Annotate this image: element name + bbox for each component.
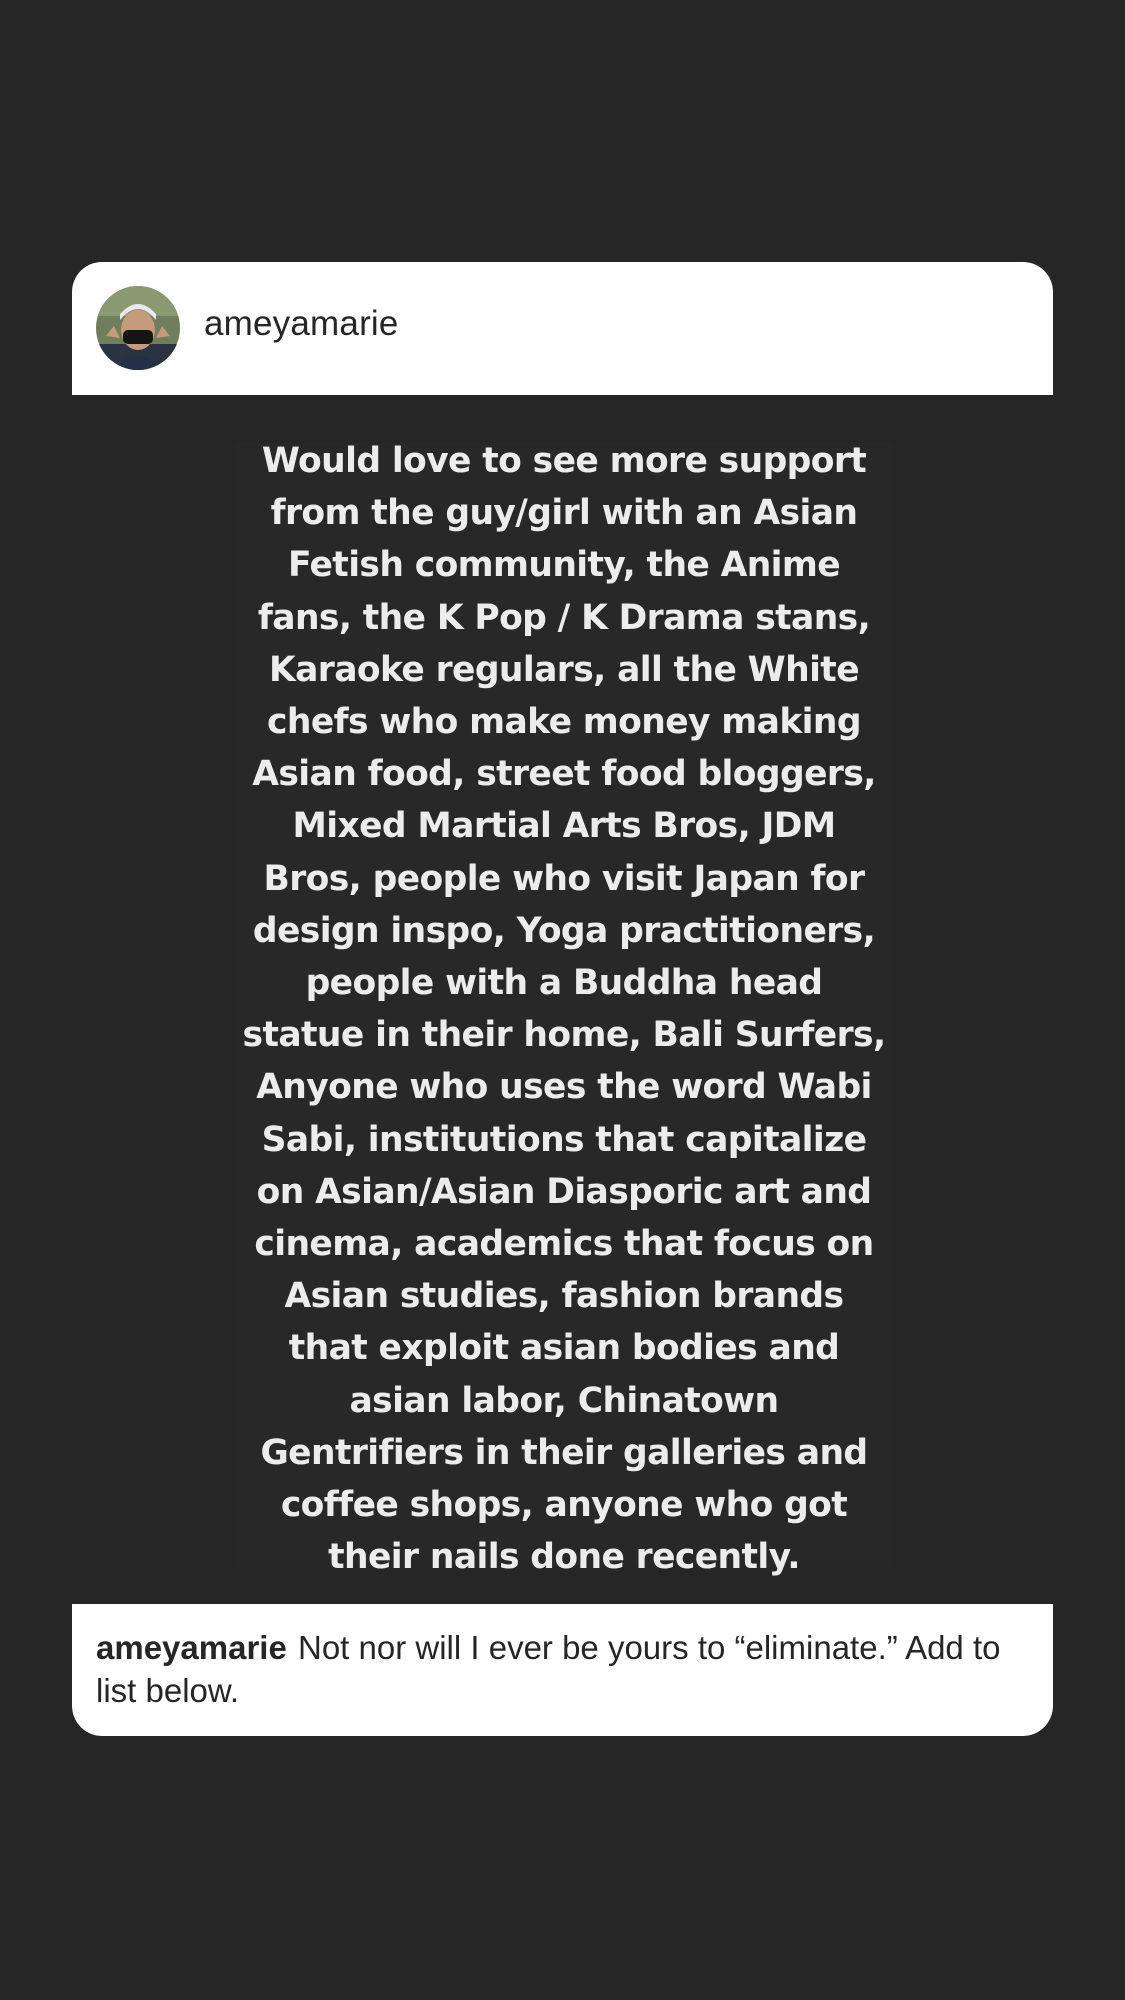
quote-line: design inspo, Yoga practitioners,	[252, 910, 876, 951]
profile-photo-avatar	[96, 286, 180, 370]
quote-text: Would love to see more support from the g…	[236, 435, 892, 1583]
quote-line: statue in their home, Bali Surfers,	[242, 1015, 887, 1056]
caption-username[interactable]: ameyamarie	[96, 1629, 287, 1666]
quote-line: Karaoke regulars, all the White	[268, 649, 860, 690]
quote-line: that exploit asian bodies and	[288, 1328, 840, 1369]
quote-line: Sabi, institutions that capitalize	[261, 1119, 867, 1160]
quote-line: Gentrifiers in their galleries and	[260, 1432, 868, 1473]
quote-line: asian labor, Chinatown	[349, 1380, 779, 1421]
quote-line: their nails done recently.	[328, 1537, 800, 1578]
post-username[interactable]: ameyamarie	[204, 304, 399, 344]
quote-line: from the guy/girl with an Asian	[270, 493, 858, 534]
shared-post-card[interactable]: ameyamarie Would love to see more suppor…	[72, 262, 1053, 1736]
avatar[interactable]	[96, 286, 180, 370]
quote-line: Asian food, street food bloggers,	[252, 754, 876, 795]
post-header[interactable]: ameyamarie	[72, 262, 1053, 395]
post-caption: ameyamarie Not nor will I ever be yours …	[72, 1604, 1053, 1736]
quote-line: fans, the K Pop / K Drama stans,	[257, 597, 871, 638]
story-screen: ameyamarie Would love to see more suppor…	[0, 0, 1125, 2000]
quote-line: chefs who make money making	[267, 702, 862, 743]
quote-line: Asian studies, fashion brands	[284, 1276, 845, 1317]
quote-line: Anyone who uses the word Wabi	[256, 1067, 872, 1108]
post-image[interactable]: Would love to see more support from the g…	[72, 395, 1053, 1736]
quote-line: Mixed Martial Arts Bros, JDM	[292, 806, 837, 847]
quote-line: cinema, academics that focus on	[254, 1224, 874, 1265]
quote-line: Would love to see more support	[261, 441, 867, 481]
quote-line: people with a Buddha head	[305, 963, 823, 1004]
quote-line: coffee shops, anyone who got	[280, 1485, 848, 1526]
quote-line: on Asian/Asian Diasporic art and	[256, 1171, 872, 1212]
quote-line: Bros, people who visit Japan for	[263, 858, 866, 899]
caption-text-block: ameyamarie Not nor will I ever be yours …	[96, 1626, 1026, 1712]
quote-line: Fetish community, the Anime	[287, 545, 841, 586]
